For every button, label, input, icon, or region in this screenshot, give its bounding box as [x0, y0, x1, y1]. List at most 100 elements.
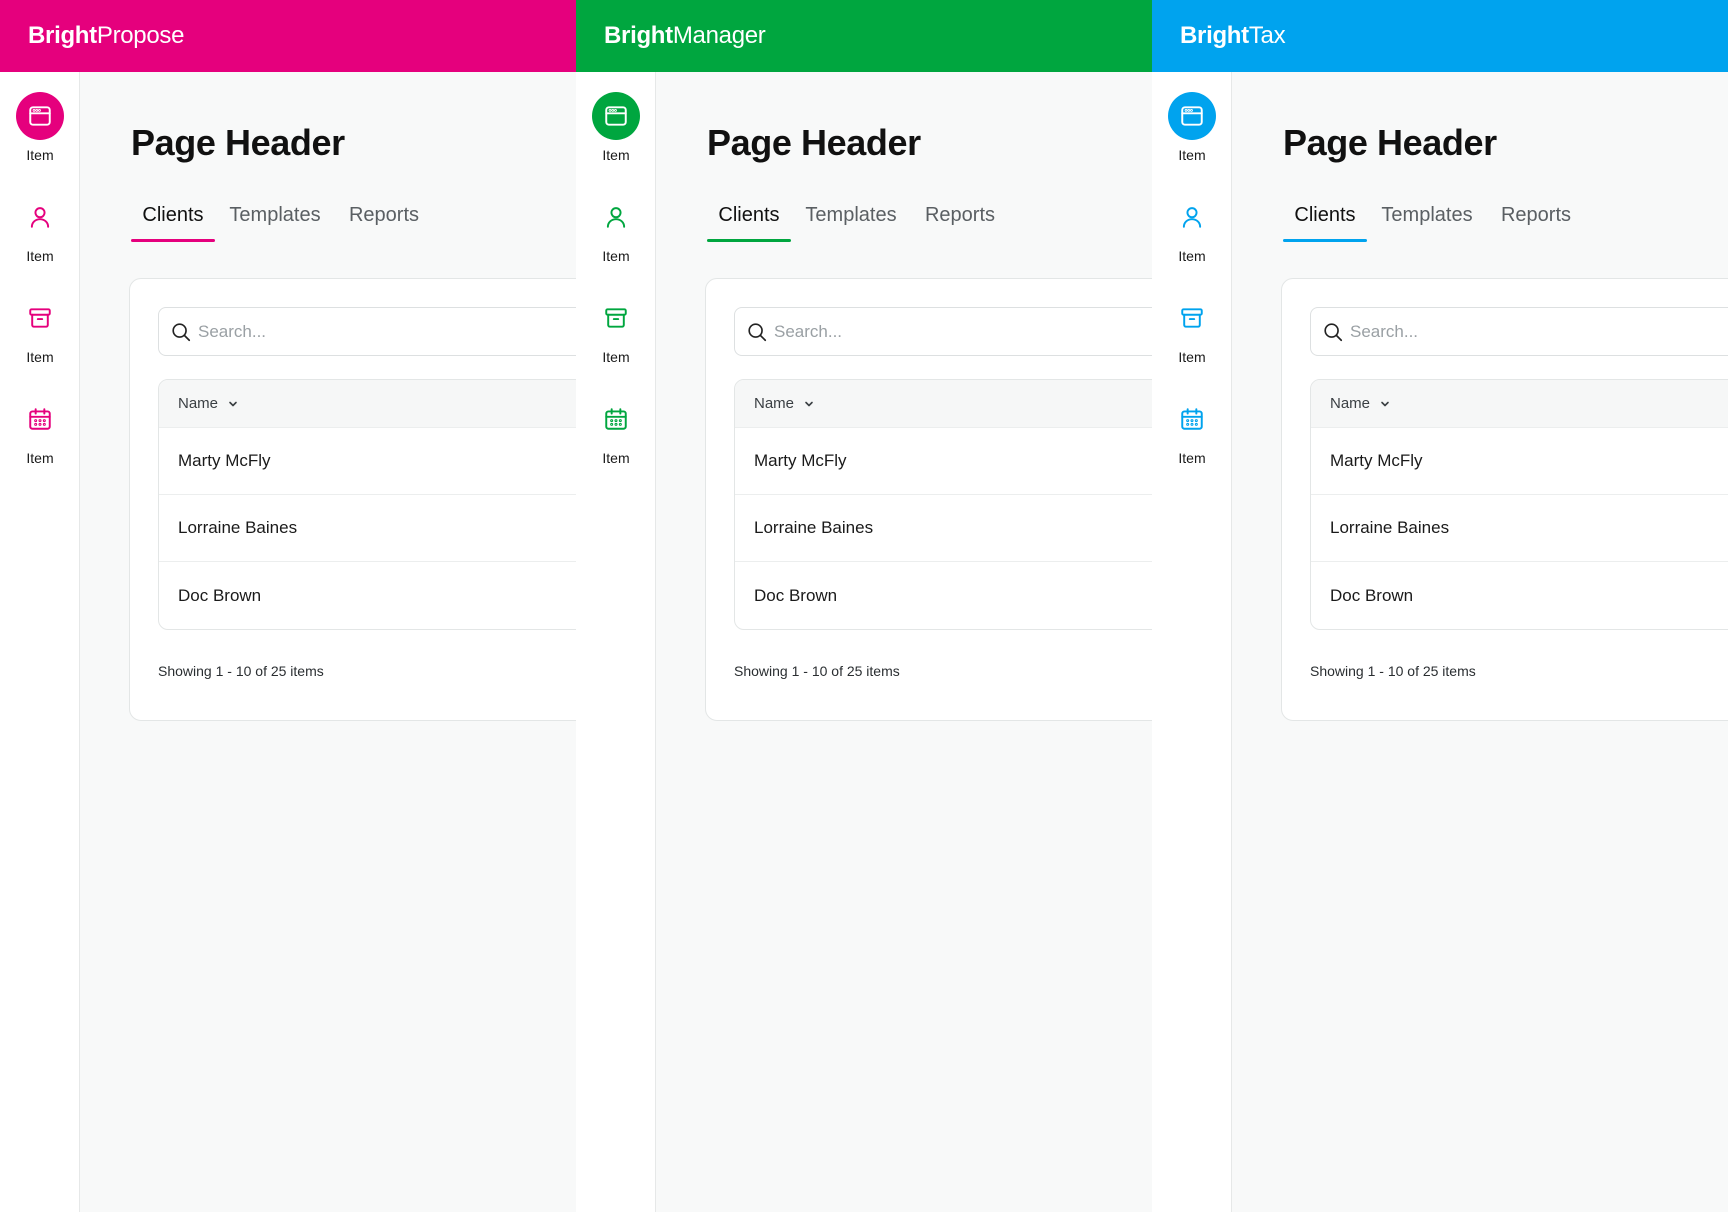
- active-tab-indicator: [707, 239, 791, 242]
- sidebar-item-2[interactable]: Item: [1152, 193, 1232, 283]
- main-content: Page Header Clients Templates Reports Se…: [80, 72, 576, 1212]
- sidebar-item-label: Item: [602, 248, 630, 264]
- sidebar-item-label: Item: [26, 147, 54, 163]
- tab-reports[interactable]: Reports: [1491, 202, 1581, 242]
- app-panel-bright-propose: BrightPropose Item Item Item Item Page H…: [0, 0, 576, 1212]
- tab-reports[interactable]: Reports: [915, 202, 1005, 242]
- page-title: Page Header: [1283, 122, 1497, 163]
- pagination-summary: Showing 1 - 10 of 25 items: [158, 663, 324, 679]
- sidebar-item-3[interactable]: Item: [0, 294, 80, 384]
- table-row[interactable]: Marty McFly: [735, 428, 1152, 495]
- sidebar: Item Item Item Item: [1152, 72, 1232, 1212]
- sidebar-item-label: Item: [602, 147, 630, 163]
- sidebar-item-1[interactable]: Item: [1152, 92, 1232, 182]
- user-icon: [592, 193, 640, 241]
- browser-window-icon: [1168, 92, 1216, 140]
- page-title: Page Header: [707, 122, 921, 163]
- column-header-name[interactable]: Name: [754, 395, 815, 412]
- tab-reports[interactable]: Reports: [339, 202, 429, 242]
- user-icon: [1168, 193, 1216, 241]
- table-row[interactable]: Lorraine Baines: [1311, 495, 1728, 562]
- top-bar: BrightManager: [576, 0, 1152, 72]
- sidebar-item-label: Item: [602, 349, 630, 365]
- archive-box-icon: [16, 294, 64, 342]
- calendar-icon: [1168, 395, 1216, 443]
- tab-clients[interactable]: Clients: [707, 202, 791, 242]
- sidebar-item-3[interactable]: Item: [1152, 294, 1232, 384]
- search-icon: [170, 321, 192, 343]
- active-tab-indicator: [1283, 239, 1367, 242]
- tab-clients[interactable]: Clients: [1283, 202, 1367, 242]
- main-content: Page Header Clients Templates Reports Se…: [656, 72, 1152, 1212]
- sidebar-item-1[interactable]: Item: [576, 92, 656, 182]
- sidebar: Item Item Item Item: [0, 72, 80, 1212]
- search-input[interactable]: [1350, 321, 1728, 342]
- chevron-down-icon: [803, 398, 815, 410]
- search-box[interactable]: [734, 307, 1152, 356]
- sidebar-item-3[interactable]: Item: [576, 294, 656, 384]
- clients-table: Name Marty McFly Lorraine Baines Doc Bro…: [734, 379, 1152, 630]
- pagination-summary: Showing 1 - 10 of 25 items: [734, 663, 900, 679]
- brand-logo[interactable]: BrightTax: [1180, 22, 1286, 50]
- column-header-label: Name: [754, 395, 795, 412]
- tab-clients[interactable]: Clients: [131, 202, 215, 242]
- sidebar-item-4[interactable]: Item: [1152, 395, 1232, 485]
- brand-logo-product: Tax: [1248, 22, 1286, 49]
- sidebar-item-label: Item: [1178, 147, 1206, 163]
- brand-logo-bold: Bright: [28, 22, 97, 49]
- search-box[interactable]: [1310, 307, 1728, 356]
- app-panel-bright-manager: BrightManager Item Item Item Item Page H…: [576, 0, 1152, 1212]
- clients-card: Name Marty McFly Lorraine Baines Doc Bro…: [705, 278, 1152, 721]
- sidebar-item-label: Item: [602, 450, 630, 466]
- chevron-down-icon: [1379, 398, 1391, 410]
- clients-table: Name Marty McFly Lorraine Baines Doc Bro…: [158, 379, 576, 630]
- sidebar-item-2[interactable]: Item: [576, 193, 656, 283]
- table-header: Name: [1311, 380, 1728, 428]
- table-header: Name: [735, 380, 1152, 428]
- search-input[interactable]: [198, 321, 576, 342]
- top-bar: BrightTax: [1152, 0, 1728, 72]
- table-row[interactable]: Lorraine Baines: [735, 495, 1152, 562]
- brand-logo-product: Propose: [96, 22, 185, 49]
- search-box[interactable]: [158, 307, 576, 356]
- brand-logo[interactable]: BrightManager: [604, 22, 766, 50]
- clients-table: Name Marty McFly Lorraine Baines Doc Bro…: [1310, 379, 1728, 630]
- search-input[interactable]: [774, 321, 1152, 342]
- sidebar-item-1[interactable]: Item: [0, 92, 80, 182]
- sidebar: Item Item Item Item: [576, 72, 656, 1212]
- clients-card: Name Marty McFly Lorraine Baines Doc Bro…: [1281, 278, 1728, 721]
- tab-templates[interactable]: Templates: [225, 202, 325, 242]
- table-row[interactable]: Marty McFly: [159, 428, 576, 495]
- brand-logo-bold: Bright: [1180, 22, 1249, 49]
- table-row[interactable]: Doc Brown: [735, 562, 1152, 629]
- column-header-name[interactable]: Name: [178, 395, 239, 412]
- top-bar: BrightPropose: [0, 0, 576, 72]
- table-header: Name: [159, 380, 576, 428]
- browser-window-icon: [592, 92, 640, 140]
- tab-templates[interactable]: Templates: [801, 202, 901, 242]
- page-title: Page Header: [131, 122, 345, 163]
- tab-templates[interactable]: Templates: [1377, 202, 1477, 242]
- column-header-name[interactable]: Name: [1330, 395, 1391, 412]
- sidebar-item-4[interactable]: Item: [576, 395, 656, 485]
- sidebar-item-label: Item: [26, 349, 54, 365]
- calendar-icon: [592, 395, 640, 443]
- table-row[interactable]: Doc Brown: [1311, 562, 1728, 629]
- sidebar-item-label: Item: [26, 248, 54, 264]
- sidebar-item-4[interactable]: Item: [0, 395, 80, 485]
- table-row[interactable]: Lorraine Baines: [159, 495, 576, 562]
- chevron-down-icon: [227, 398, 239, 410]
- search-icon: [746, 321, 768, 343]
- active-tab-indicator: [131, 239, 215, 242]
- clients-card: Name Marty McFly Lorraine Baines Doc Bro…: [129, 278, 576, 721]
- table-row[interactable]: Marty McFly: [1311, 428, 1728, 495]
- browser-window-icon: [16, 92, 64, 140]
- sidebar-item-2[interactable]: Item: [0, 193, 80, 283]
- brand-logo[interactable]: BrightPropose: [28, 22, 184, 50]
- column-header-label: Name: [178, 395, 219, 412]
- pagination-summary: Showing 1 - 10 of 25 items: [1310, 663, 1476, 679]
- sidebar-item-label: Item: [1178, 349, 1206, 365]
- column-header-label: Name: [1330, 395, 1371, 412]
- search-icon: [1322, 321, 1344, 343]
- table-row[interactable]: Doc Brown: [159, 562, 576, 629]
